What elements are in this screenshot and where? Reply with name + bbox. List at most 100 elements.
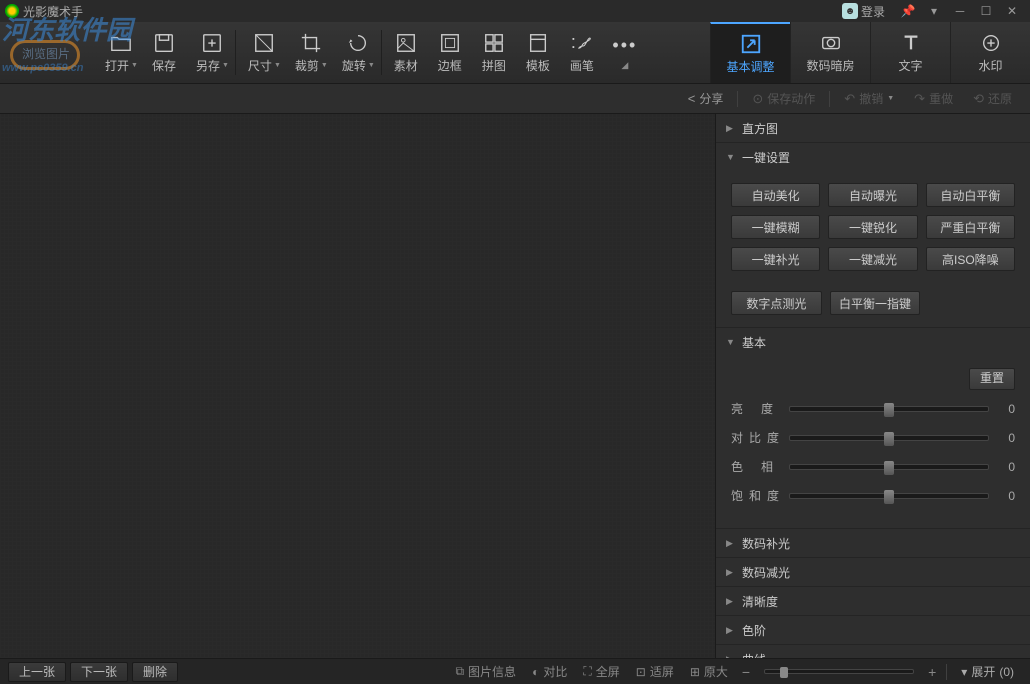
saturation-label: 饱和度 — [731, 487, 781, 504]
auto-beautify-button[interactable]: 自动美化 — [731, 183, 820, 207]
fit-screen-button[interactable]: ⊡ 适屏 — [630, 663, 680, 680]
pin-button[interactable]: 📌 — [895, 1, 921, 21]
save-as-icon — [201, 32, 223, 54]
save-as-button[interactable]: 另存▼ — [186, 22, 233, 83]
reduce-light-button[interactable]: 一键减光 — [828, 247, 917, 271]
panel-header-basic[interactable]: ▼ 基本 — [716, 328, 1030, 356]
material-icon — [395, 32, 417, 54]
dropdown-button[interactable]: ▾ — [921, 1, 947, 21]
saturation-slider[interactable] — [789, 493, 989, 499]
redo-icon: ↷ — [914, 91, 925, 107]
brightness-value: 0 — [997, 402, 1015, 416]
spot-meter-button[interactable]: 数字点测光 — [731, 291, 822, 315]
save-icon — [153, 32, 175, 54]
expand-arrow-icon: ▶ — [726, 567, 736, 578]
chevron-down-icon: ▾ — [961, 665, 967, 679]
save-button[interactable]: 保存 — [142, 22, 186, 83]
window-title: 光影魔术手 — [23, 3, 842, 20]
panel-header-curves[interactable]: ▶ 曲线 — [716, 645, 1030, 658]
undo-button: ↶ 撤销 ▼ — [836, 87, 902, 110]
severe-wb-button[interactable]: 严重白平衡 — [926, 215, 1015, 239]
border-icon — [439, 32, 461, 54]
sharpen-button[interactable]: 一键锐化 — [828, 215, 917, 239]
fit-icon: ⊡ — [636, 665, 646, 679]
panel-header-digital-reduce[interactable]: ▶ 数码减光 — [716, 558, 1030, 586]
app-icon — [5, 4, 19, 18]
hue-label: 色相 — [731, 458, 781, 475]
compare-button[interactable]: ◐ 对比 — [526, 663, 573, 680]
restore-icon: ⟲ — [973, 91, 984, 107]
zoom-in-button[interactable]: + — [924, 664, 940, 680]
share-button[interactable]: < 分享 — [680, 87, 732, 110]
right-panel: ▶ 直方图 ▼ 一键设置 自动美化 自动曝光 自动白平衡 一键模糊 一键锐化 严… — [715, 114, 1030, 658]
zoom-slider[interactable] — [764, 669, 914, 674]
panel-header-histogram[interactable]: ▶ 直方图 — [716, 114, 1030, 142]
fullscreen-icon: ⛶ — [583, 664, 591, 679]
rotate-icon — [347, 32, 369, 54]
fill-light-button[interactable]: 一键补光 — [731, 247, 820, 271]
expand-arrow-icon: ▶ — [726, 625, 736, 636]
open-button[interactable]: 打开▼ — [95, 22, 142, 83]
material-button[interactable]: 素材 — [384, 22, 428, 83]
save-action-button: ⊙ 保存动作 — [744, 87, 823, 110]
panel-header-digital-fill[interactable]: ▶ 数码补光 — [716, 529, 1030, 557]
grid-icon — [483, 32, 505, 54]
auto-wb-button[interactable]: 自动白平衡 — [926, 183, 1015, 207]
next-image-button[interactable]: 下一张 — [70, 662, 128, 682]
brightness-label: 亮度 — [731, 400, 781, 417]
prev-image-button[interactable]: 上一张 — [8, 662, 66, 682]
user-avatar-icon[interactable]: ☻ — [842, 3, 858, 19]
expand-toggle[interactable]: ▾ 展开 (0) — [953, 663, 1022, 680]
template-icon — [527, 32, 549, 54]
size-button[interactable]: 尺寸▼ — [238, 22, 285, 83]
tab-basic-adjust[interactable]: 基本调整 — [710, 22, 790, 83]
original-size-button[interactable]: ⊞ 原大 — [684, 663, 734, 680]
hue-slider[interactable] — [789, 464, 989, 470]
brightness-slider[interactable] — [789, 406, 989, 412]
fullscreen-button[interactable]: ⛶ 全屏 — [577, 663, 625, 680]
saturation-value: 0 — [997, 489, 1015, 503]
panel-header-oneclick[interactable]: ▼ 一键设置 — [716, 143, 1030, 171]
panel-header-clarity[interactable]: ▶ 清晰度 — [716, 587, 1030, 615]
contrast-value: 0 — [997, 431, 1015, 445]
high-iso-button[interactable]: 高ISO降噪 — [926, 247, 1015, 271]
brush-button[interactable]: : 画笔 — [560, 22, 604, 83]
minimize-button[interactable]: ─ — [947, 1, 973, 21]
rotate-button[interactable]: 旋转▼ — [332, 22, 379, 83]
zoom-out-button[interactable]: − — [738, 664, 754, 680]
more-icon: ••• — [614, 35, 636, 57]
original-icon: ⊞ — [690, 665, 700, 679]
login-button[interactable]: 登录 — [861, 3, 885, 20]
blur-button[interactable]: 一键模糊 — [731, 215, 820, 239]
record-icon: ⊙ — [752, 91, 763, 107]
auto-exposure-button[interactable]: 自动曝光 — [828, 183, 917, 207]
reset-button[interactable]: 重置 — [969, 368, 1015, 390]
maximize-button[interactable]: ☐ — [973, 1, 999, 21]
tab-watermark[interactable]: 水印 — [950, 22, 1030, 83]
undo-icon: ↶ — [844, 91, 855, 107]
compare-icon: ◐ — [532, 665, 539, 679]
close-button[interactable]: ✕ — [999, 1, 1025, 21]
brush-icon: : — [571, 32, 593, 54]
share-icon: < — [688, 91, 696, 106]
canvas-area[interactable] — [0, 114, 715, 658]
more-button[interactable]: ••• ◢ — [604, 22, 646, 83]
expand-arrow-icon: ▶ — [726, 596, 736, 607]
template-button[interactable]: 模板 — [516, 22, 560, 83]
crop-button[interactable]: 裁剪▼ — [285, 22, 332, 83]
tab-darkroom[interactable]: 数码暗房 — [790, 22, 870, 83]
expand-arrow-icon: ▶ — [726, 654, 736, 659]
puzzle-button[interactable]: 拼图 — [472, 22, 516, 83]
collapse-arrow-icon: ▼ — [726, 152, 736, 162]
expand-arrow-icon: ▶ — [726, 538, 736, 549]
wb-finger-button[interactable]: 白平衡一指键 — [830, 291, 921, 315]
hue-value: 0 — [997, 460, 1015, 474]
border-button[interactable]: 边框 — [428, 22, 472, 83]
delete-button[interactable]: 删除 — [132, 662, 178, 682]
tab-text[interactable]: 文字 — [870, 22, 950, 83]
expand-arrow-icon: ▶ — [726, 123, 736, 134]
panel-header-levels[interactable]: ▶ 色阶 — [716, 616, 1030, 644]
contrast-slider[interactable] — [789, 435, 989, 441]
image-info-button[interactable]: ⧉ 图片信息 — [449, 663, 522, 680]
redo-button: ↷ 重做 — [906, 87, 961, 110]
